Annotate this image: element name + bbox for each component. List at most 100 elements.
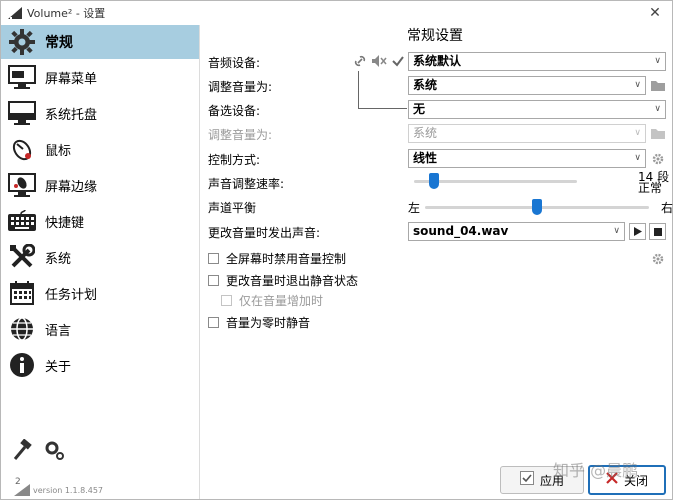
apply-check-icon [519,471,534,489]
mouse-icon [7,134,37,164]
close-window-button[interactable]: ✕ [646,4,664,22]
exit-mute-checkbox-row[interactable]: 更改音量时退出静音状态 [208,272,358,289]
sidebar-item-schedule[interactable]: 任务计划 [1,276,199,310]
sidebar-item-general[interactable]: 常规 [1,25,199,59]
folder-icon[interactable] [650,78,666,92]
sidebar-item-mouse[interactable]: 鼠标 [1,132,199,166]
adjust-volume-backup-select[interactable]: 系统 ∨ [408,124,646,143]
adjust-volume-backup-value: 系统 [413,126,438,140]
backup-device-label: 备选设备: [208,104,261,118]
sidebar-item-system-tray[interactable]: 系统托盘 [1,96,199,130]
balance-label: 声道平衡 [208,201,257,215]
sound-value: sound_04.wav [413,224,509,238]
sidebar-item-label: 任务计划 [45,287,98,303]
screen-edge-icon [7,170,37,200]
balance-right-label: 右 [661,201,673,215]
sidebar-item-about[interactable]: 关于 [1,348,199,382]
sidebar-item-label: 系统 [45,251,72,267]
tools-icon [7,242,37,272]
play-sound-button[interactable] [629,223,646,240]
system-tray-icon [7,98,37,128]
sidebar-item-label: 屏幕边缘 [45,179,98,195]
sidebar-item-label: 鼠标 [45,143,72,159]
only-increase-label: 仅在音量增加时 [239,294,324,308]
link-icon[interactable] [352,53,368,69]
device-link-connector [358,71,407,109]
speed-slider-thumb[interactable] [428,173,439,189]
sidebar-item-hotkeys[interactable]: 快捷键 [1,204,199,238]
stop-icon [653,227,662,236]
sidebar-item-screen-edge[interactable]: 屏幕边缘 [1,168,199,202]
general-settings-panel: 常规设置 音频设备: 系统默认 ∨ 调整音量为: 系统 ∨ 备选设备: 无 ∨ … [201,25,673,465]
gear-icon[interactable] [651,152,665,166]
exit-mute-checkbox[interactable] [208,275,219,286]
title-bar: Volume² - 设置 ✕ [1,1,672,25]
balance-slider-thumb[interactable] [532,199,542,215]
sidebar-tools [11,439,65,461]
volume-app-icon [8,7,22,19]
stop-sound-button[interactable] [649,223,666,240]
sidebar-item-language[interactable]: 语言 [1,312,199,346]
adjust-volume-backup-label: 调整音量为: [208,128,273,142]
only-increase-checkbox-row[interactable]: 仅在音量增加时 [221,292,323,309]
fullscreen-disable-checkbox[interactable] [208,253,219,264]
speed-label: 声音调整速率: [208,177,285,191]
sidebar-item-label: 系统托盘 [45,107,98,123]
only-increase-checkbox[interactable] [221,295,232,306]
device-mini-toolbar [352,53,406,69]
screen-menu-icon [7,62,37,92]
backup-device-select[interactable]: 无 ∨ [408,100,666,119]
audio-device-select[interactable]: 系统默认 ∨ [408,52,666,71]
fullscreen-disable-label: 全屏幕时禁用音量控制 [226,252,347,266]
globe-icon [7,314,37,344]
folder-icon[interactable] [650,126,666,140]
play-icon [633,227,642,236]
mute-zero-checkbox[interactable] [208,317,219,328]
chevron-down-icon: ∨ [634,80,641,90]
mute-zero-checkbox-row[interactable]: 音量为零时静音 [208,314,310,331]
sidebar-item-label: 快捷键 [45,215,85,231]
control-mode-label: 控制方式: [208,153,261,167]
sidebar: 常规 屏幕菜单 系统托盘 鼠标 屏幕边缘 快捷键 系统 任务计划 语言 关于 2… [1,25,200,499]
backup-device-value: 无 [413,102,426,116]
hammer-icon[interactable] [11,439,33,461]
sidebar-item-screen-menu[interactable]: 屏幕菜单 [1,60,199,94]
window-title: Volume² - 设置 [27,7,106,20]
adjust-volume-select[interactable]: 系统 ∨ [408,76,646,95]
mute-zero-label: 音量为零时静音 [226,316,311,330]
calendar-icon [7,278,37,308]
audio-device-label: 音频设备: [208,56,261,70]
chevron-down-icon: ∨ [634,153,641,163]
gear-icon[interactable] [651,252,665,266]
sidebar-item-system[interactable]: 系统 [1,240,199,274]
page-title: 常规设置 [407,28,463,44]
sidebar-item-label: 常规 [45,35,73,51]
sidebar-item-label: 语言 [45,323,72,339]
mute-speaker-icon[interactable] [371,53,387,69]
chevron-down-icon: ∨ [634,128,641,138]
version-label: version 1.1.8.457 [33,486,104,495]
speed-mode: 正常 [638,181,663,195]
chevron-down-icon: ∨ [654,104,661,114]
watermark: 知乎 @晨鹏 [553,461,639,480]
sound-select[interactable]: sound_04.wav ∨ [408,222,625,241]
keyboard-icon [7,206,37,236]
adjust-volume-value: 系统 [413,78,438,92]
fullscreen-disable-checkbox-row[interactable]: 全屏幕时禁用音量控制 [208,250,346,267]
chevron-down-icon: ∨ [613,226,620,236]
sound-label: 更改音量时发出声音: [208,226,321,240]
settings-gears-icon[interactable] [43,439,65,461]
settings-window: Volume² - 设置 ✕ 常规 屏幕菜单 系统托盘 鼠标 屏幕边缘 快捷键 … [0,0,673,500]
volume-logo-icon [14,484,30,496]
sidebar-item-label: 关于 [45,359,72,375]
control-mode-value: 线性 [413,151,438,165]
exit-mute-label: 更改音量时退出静音状态 [226,274,359,288]
adjust-volume-label: 调整音量为: [208,80,273,94]
balance-left-label: 左 [408,201,421,215]
chevron-down-icon: ∨ [654,56,661,66]
gear-icon [7,27,37,57]
audio-device-value: 系统默认 [413,54,462,68]
sidebar-item-label: 屏幕菜单 [45,71,98,87]
control-mode-select[interactable]: 线性 ∨ [408,149,646,168]
checkmark-icon[interactable] [390,53,406,69]
